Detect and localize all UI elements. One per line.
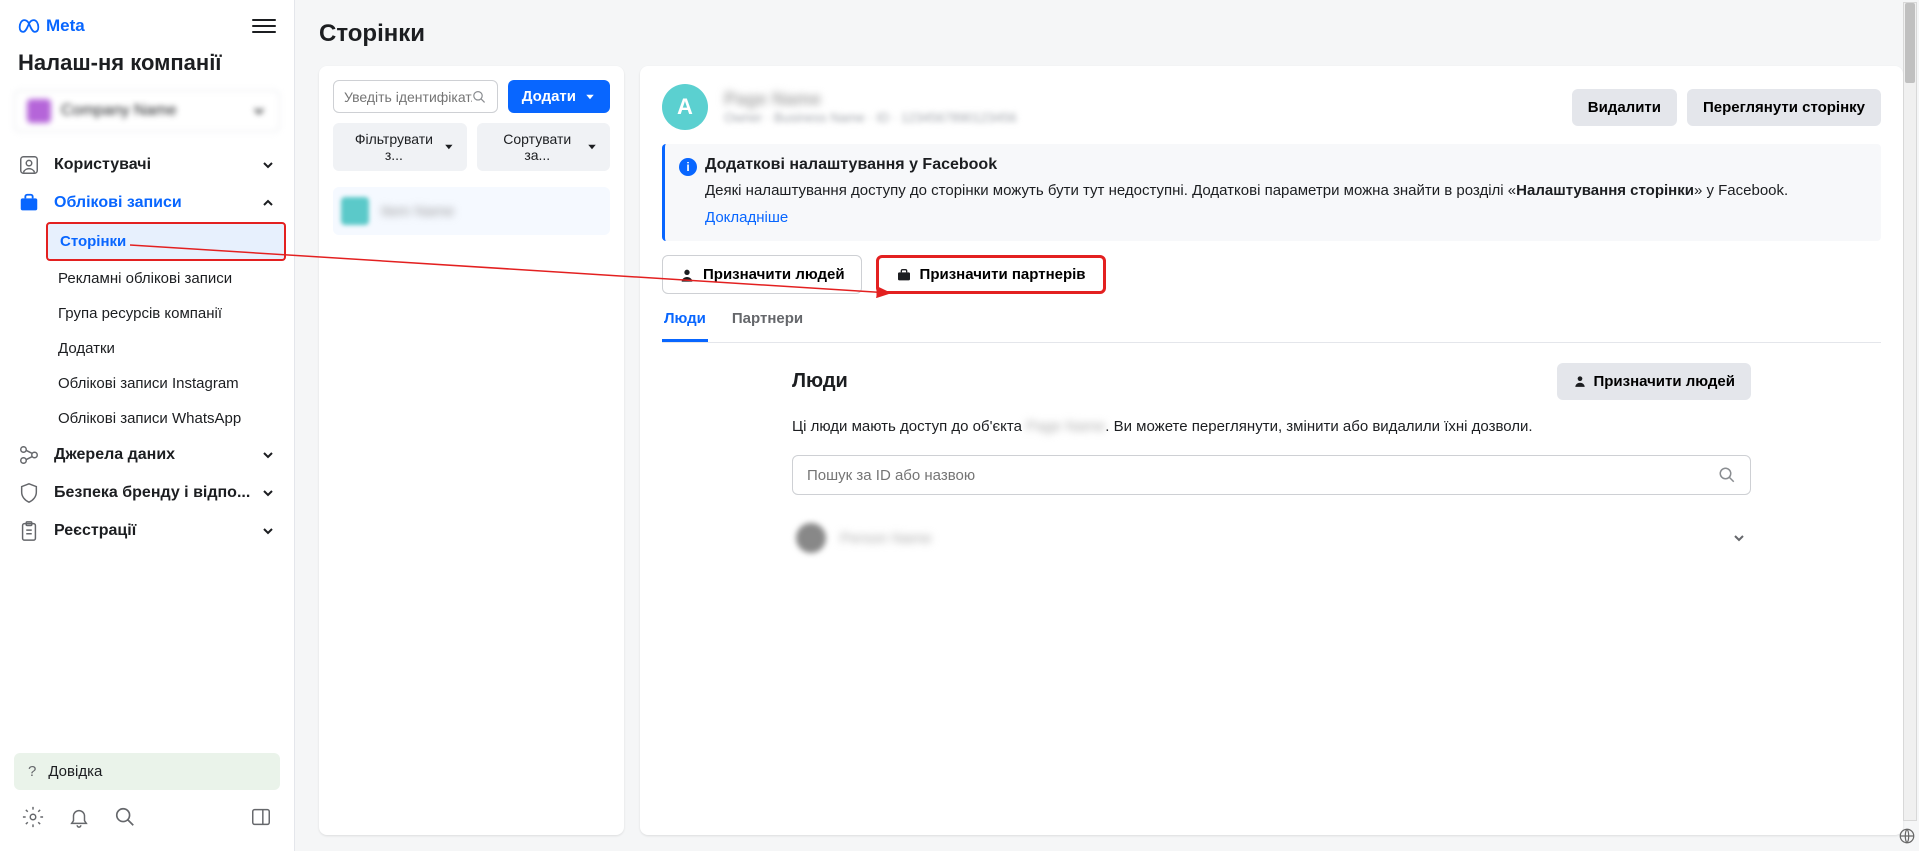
- help-label: Довідка: [48, 763, 102, 780]
- tab-partners[interactable]: Партнери: [730, 298, 805, 342]
- meta-infinity-icon: [18, 19, 40, 33]
- nav-data-sources-label: Джерела даних: [54, 446, 175, 464]
- nav-brand-safety[interactable]: Безпека бренду і відпо...: [8, 474, 286, 512]
- page-title: Сторінки: [319, 20, 1903, 48]
- caret-down-icon: [586, 141, 598, 153]
- company-name: Company Name: [61, 102, 177, 120]
- info-text: Деякі налаштування доступу до сторінки м…: [705, 180, 1865, 201]
- nav-ad-accounts[interactable]: Рекламні облікові записи: [46, 261, 286, 296]
- briefcase-icon: [896, 267, 912, 283]
- nav-pages[interactable]: Сторінки: [46, 222, 286, 261]
- question-icon: ?: [28, 763, 36, 780]
- briefcase-icon: [18, 192, 40, 214]
- sidebar-title: Налаш-ня компанії: [8, 44, 286, 90]
- list-item[interactable]: Item Name: [333, 187, 610, 235]
- list-item-avatar: [341, 197, 369, 225]
- assign-people-label: Призначити людей: [703, 266, 845, 283]
- page-search-input[interactable]: [344, 89, 472, 105]
- page-search[interactable]: [333, 80, 498, 113]
- person-icon: [679, 267, 695, 283]
- people-row-avatar: [796, 523, 826, 553]
- page-list-panel: Додати Фільтрувати з... Сортувати за...: [319, 66, 624, 835]
- meta-logo[interactable]: Meta: [18, 16, 85, 36]
- people-section: Люди Призначити людей Ці люди мають дост…: [662, 363, 1881, 563]
- nav-accounts[interactable]: Облікові записи: [8, 184, 286, 222]
- list-item-label: Item Name: [381, 203, 454, 220]
- scrollbar-thumb[interactable]: [1905, 3, 1915, 83]
- info-link[interactable]: Докладніше: [705, 209, 788, 226]
- assign-people-button[interactable]: Призначити людей: [662, 255, 862, 294]
- nav-instagram[interactable]: Облікові записи Instagram: [46, 366, 286, 401]
- hamburger-menu-icon[interactable]: [252, 14, 276, 38]
- person-icon: [1573, 374, 1587, 388]
- chevron-down-icon: [1731, 530, 1747, 546]
- nav-brand-safety-label: Безпека бренду і відпо...: [54, 484, 250, 502]
- view-page-button[interactable]: Переглянути сторінку: [1687, 89, 1881, 126]
- page-detail-panel: A Page Name Owner · Business Name · ID ·…: [640, 66, 1903, 835]
- sidebar-nav: Користувачі Облікові записи Сторінки Рек…: [8, 146, 286, 747]
- nav-users[interactable]: Користувачі: [8, 146, 286, 184]
- sidebar: Meta Налаш-ня компанії Company Name Кори…: [0, 0, 295, 851]
- caret-down-icon: [443, 141, 455, 153]
- people-row-name: Person Name: [840, 530, 1717, 547]
- company-selector[interactable]: Company Name: [14, 90, 280, 132]
- nav-registrations[interactable]: Реєстрації: [8, 512, 286, 550]
- main-content: Сторінки Додати Фільтрувати з...: [295, 0, 1919, 851]
- caret-down-icon: [584, 91, 596, 103]
- people-heading: Люди: [792, 370, 848, 393]
- detail-tabs: Люди Партнери: [662, 298, 1881, 343]
- add-button-label: Додати: [522, 88, 576, 105]
- search-icon[interactable]: [114, 806, 136, 833]
- search-icon: [472, 89, 486, 105]
- sort-button[interactable]: Сортувати за...: [477, 123, 611, 171]
- shield-icon: [18, 482, 40, 504]
- share-icon: [18, 444, 40, 466]
- users-icon: [18, 154, 40, 176]
- detail-page-meta: Owner · Business Name · ID · 12345678901…: [724, 110, 1556, 125]
- info-banner: i Додаткові налаштування у Facebook Деяк…: [662, 144, 1881, 241]
- chevron-down-icon: [260, 157, 276, 173]
- assign-partners-label: Призначити партнерів: [920, 266, 1086, 283]
- assign-people-button-2[interactable]: Призначити людей: [1557, 363, 1751, 400]
- vertical-scrollbar[interactable]: [1903, 2, 1917, 821]
- clipboard-icon: [18, 520, 40, 542]
- people-search-input[interactable]: [807, 467, 1718, 484]
- chevron-up-icon: [260, 195, 276, 211]
- meta-brand-text: Meta: [46, 16, 85, 36]
- delete-button[interactable]: Видалити: [1572, 89, 1677, 126]
- nav-apps[interactable]: Додатки: [46, 331, 286, 366]
- nav-whatsapp[interactable]: Облікові записи WhatsApp: [46, 401, 286, 436]
- info-title: Додаткові налаштування у Facebook: [705, 156, 1865, 174]
- info-icon: i: [679, 158, 697, 176]
- add-button[interactable]: Додати: [508, 80, 610, 113]
- search-icon: [1718, 466, 1736, 484]
- help-button[interactable]: ? Довідка: [14, 753, 280, 790]
- nav-users-label: Користувачі: [54, 156, 151, 174]
- detail-avatar: A: [662, 84, 708, 130]
- nav-registrations-label: Реєстрації: [54, 522, 136, 540]
- settings-gear-icon[interactable]: [22, 806, 44, 833]
- nav-accounts-label: Облікові записи: [54, 194, 182, 212]
- detail-page-name: Page Name: [724, 89, 1556, 110]
- company-avatar: [27, 99, 51, 123]
- tab-people[interactable]: Люди: [662, 298, 708, 342]
- people-description: Ці люди мають доступ до об'єкта Page Nam…: [792, 416, 1751, 437]
- chevron-down-icon: [260, 523, 276, 539]
- people-search[interactable]: [792, 455, 1751, 495]
- nav-data-sources[interactable]: Джерела даних: [8, 436, 286, 474]
- notifications-bell-icon[interactable]: [68, 806, 90, 833]
- nav-asset-groups[interactable]: Група ресурсів компанії: [46, 296, 286, 331]
- filter-button[interactable]: Фільтрувати з...: [333, 123, 467, 171]
- chevron-down-icon: [251, 103, 267, 119]
- filter-label: Фільтрувати з...: [345, 131, 443, 163]
- chevron-down-icon: [260, 447, 276, 463]
- people-row[interactable]: Person Name: [792, 513, 1751, 563]
- assign-partners-button[interactable]: Призначити партнерів: [876, 255, 1106, 294]
- panel-toggle-icon[interactable]: [250, 806, 272, 833]
- sort-label: Сортувати за...: [489, 131, 587, 163]
- globe-icon[interactable]: [1898, 827, 1916, 845]
- chevron-down-icon: [260, 485, 276, 501]
